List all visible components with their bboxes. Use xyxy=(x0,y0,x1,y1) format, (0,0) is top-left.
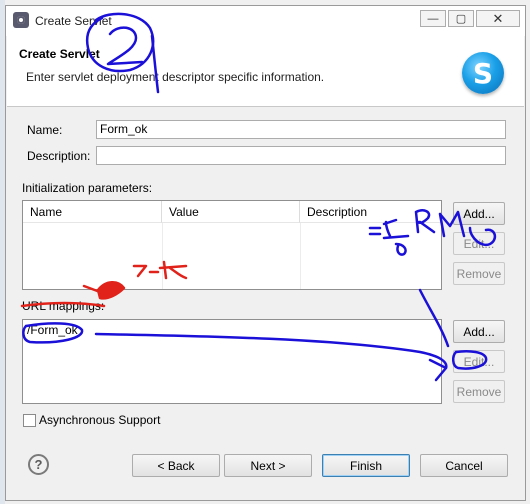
async-support-label: Asynchronous Support xyxy=(39,413,161,427)
wizard-header: Create Servlet Enter servlet deployment … xyxy=(7,36,524,107)
page-title: Create Servlet xyxy=(19,47,100,61)
name-input[interactable]: Form_ok xyxy=(96,120,506,139)
next-button[interactable]: Next > xyxy=(224,454,312,477)
title-bar: Create Servlet — ▢ ✕ xyxy=(6,6,525,36)
eclipse-app-icon xyxy=(13,12,29,28)
init-params-table[interactable]: Name Value Description xyxy=(22,200,442,290)
init-remove-button[interactable]: Remove xyxy=(453,262,505,285)
servlet-logo-icon: S xyxy=(462,52,504,94)
maximize-button[interactable]: ▢ xyxy=(448,10,474,27)
minimize-icon: — xyxy=(427,12,439,25)
column-header-description[interactable]: Description xyxy=(300,201,441,223)
async-support-checkbox[interactable] xyxy=(23,414,36,427)
finish-button[interactable]: Finish xyxy=(322,454,410,477)
list-item[interactable]: /Form_ok xyxy=(27,323,78,337)
init-params-label: Initialization parameters: xyxy=(22,181,153,195)
cancel-button[interactable]: Cancel xyxy=(420,454,508,477)
column-divider xyxy=(162,223,163,289)
page-description: Enter servlet deployment descriptor spec… xyxy=(26,70,325,84)
column-divider xyxy=(300,223,301,289)
maximize-icon: ▢ xyxy=(455,13,467,25)
close-icon: ✕ xyxy=(492,10,504,26)
minimize-button[interactable]: — xyxy=(420,10,446,27)
column-header-value[interactable]: Value xyxy=(162,201,300,223)
url-add-button[interactable]: Add... xyxy=(453,320,505,343)
help-icon[interactable]: ? xyxy=(28,454,49,475)
init-add-button[interactable]: Add... xyxy=(453,202,505,225)
name-label: Name: xyxy=(27,123,63,137)
description-input[interactable] xyxy=(96,146,506,165)
back-button[interactable]: < Back xyxy=(132,454,220,477)
init-edit-button[interactable]: Edit... xyxy=(453,232,505,255)
description-label: Description: xyxy=(27,149,91,163)
create-servlet-dialog: Create Servlet — ▢ ✕ Create Servlet Ente… xyxy=(5,5,526,501)
url-remove-button[interactable]: Remove xyxy=(453,380,505,403)
window-title: Create Servlet xyxy=(35,14,112,28)
url-edit-button[interactable]: Edit... xyxy=(453,350,505,373)
url-mappings-list[interactable]: /Form_ok xyxy=(22,319,442,404)
column-header-name[interactable]: Name xyxy=(23,201,162,223)
close-button[interactable]: ✕ xyxy=(476,10,520,27)
url-mappings-label: URL mappings: xyxy=(22,299,105,313)
